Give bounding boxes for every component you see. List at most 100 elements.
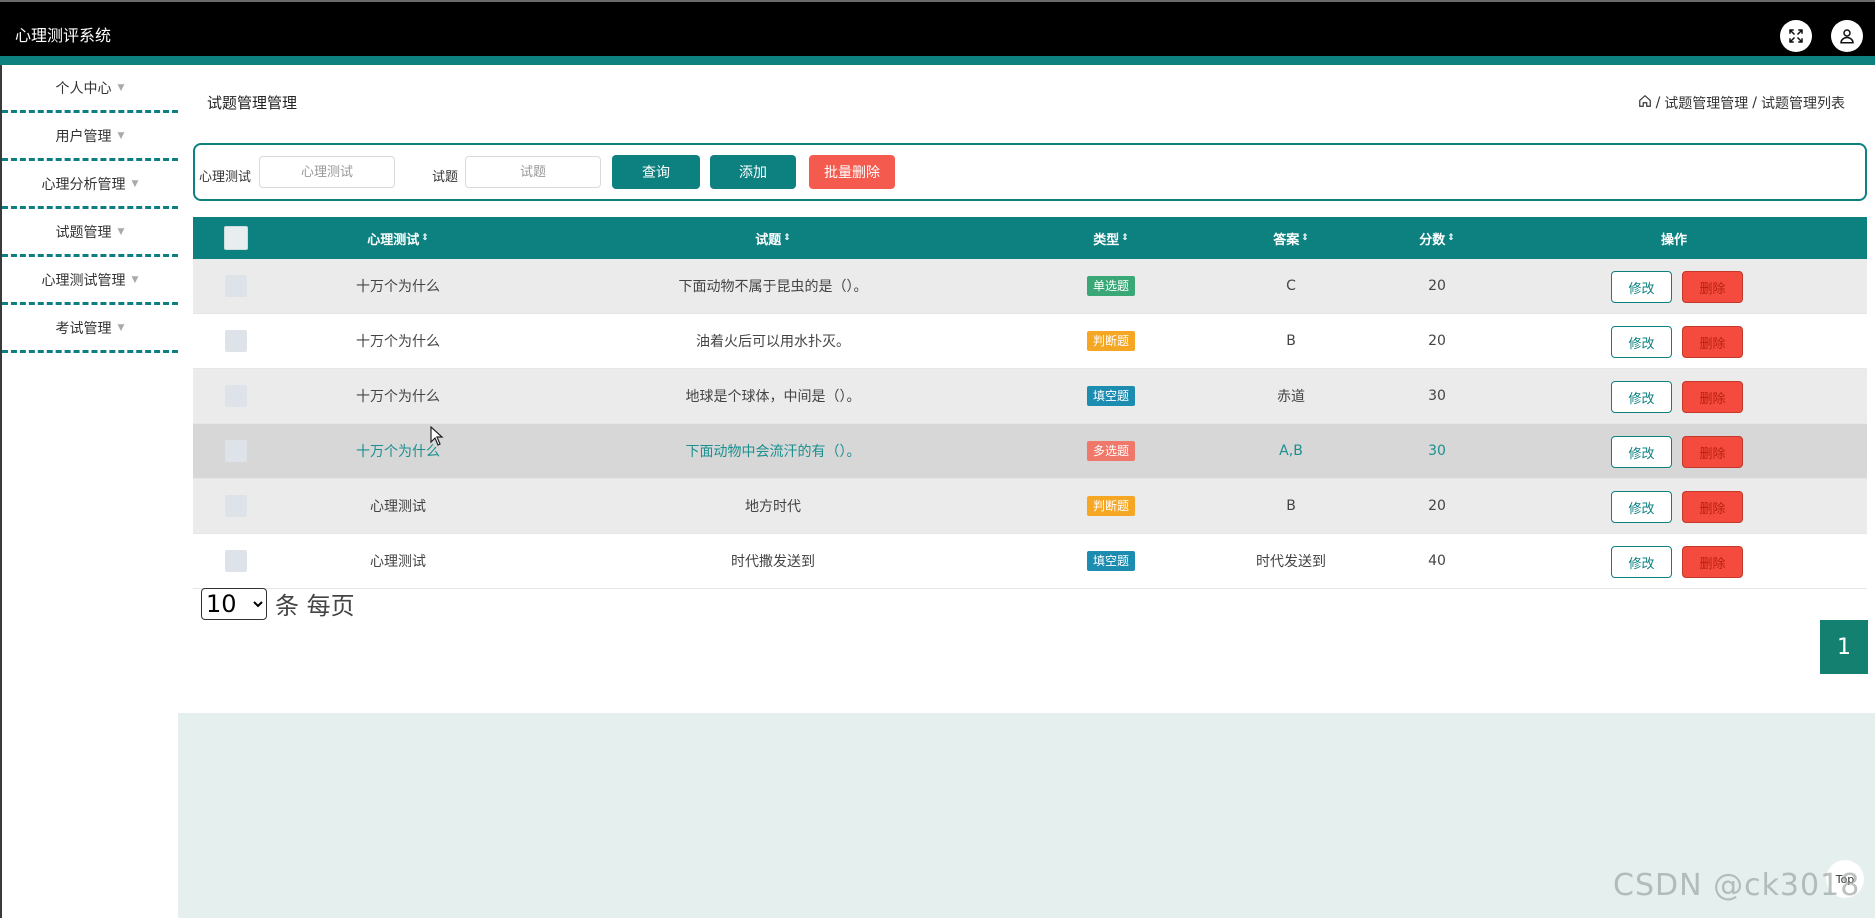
mouse-cursor-icon bbox=[430, 426, 444, 446]
sidebar-item-user-management[interactable]: 用户管理 ▼ bbox=[2, 113, 178, 161]
table-row[interactable]: 十万个为什么 地球是个球体，中间是（）。 填空题 赤道 30 修改 删除 bbox=[193, 369, 1867, 424]
sidebar-item-label: 个人中心 bbox=[55, 80, 112, 97]
breadcrumb-item[interactable]: 试题管理管理 bbox=[1664, 93, 1748, 113]
cell-answer: B bbox=[1286, 333, 1296, 349]
column-header-test[interactable]: 心理测试 ⇕ bbox=[367, 217, 429, 259]
caret-down-icon: ▼ bbox=[131, 274, 139, 285]
header-accent-bar bbox=[0, 56, 1875, 65]
type-badge: 多选题 bbox=[1086, 441, 1136, 461]
table-row[interactable]: 十万个为什么 油着火后可以用水扑灭。 判断题 B 20 修改 删除 bbox=[193, 314, 1867, 369]
edit-button[interactable]: 修改 bbox=[1611, 491, 1672, 523]
query-button[interactable]: 查询 bbox=[612, 155, 700, 189]
row-checkbox[interactable] bbox=[225, 275, 247, 297]
sidebar-item-label: 心理测试管理 bbox=[41, 272, 126, 289]
page-size-control: 10 条 每页 bbox=[201, 586, 355, 621]
test-filter-label: 心理测试 bbox=[199, 170, 252, 185]
sort-icon: ⇕ bbox=[1121, 233, 1129, 243]
sidebar-item-analysis-management[interactable]: 心理分析管理 ▼ bbox=[2, 161, 178, 209]
edit-button[interactable]: 修改 bbox=[1611, 546, 1672, 578]
cell-test: 十万个为什么 bbox=[356, 334, 440, 350]
cell-answer: 时代发送到 bbox=[1256, 554, 1326, 570]
delete-button[interactable]: 删除 bbox=[1682, 491, 1743, 523]
column-header-score[interactable]: 分数 ⇕ bbox=[1419, 217, 1455, 259]
user-icon[interactable] bbox=[1831, 20, 1863, 52]
column-header-question[interactable]: 试题 ⇕ bbox=[755, 217, 791, 259]
type-badge: 判断题 bbox=[1086, 331, 1136, 351]
question-filter-label: 试题 bbox=[432, 170, 459, 185]
table-row[interactable]: 心理测试 地方时代 判断题 B 20 修改 删除 bbox=[193, 479, 1867, 534]
cell-score: 20 bbox=[1428, 498, 1446, 514]
breadcrumb-separator: / bbox=[1655, 95, 1661, 111]
table-header: 心理测试 ⇕ 试题 ⇕ 类型 ⇕ 答案 ⇕ 分数 ⇕ 操作 bbox=[193, 217, 1867, 259]
sidebar-item-label: 考试管理 bbox=[55, 320, 112, 337]
column-header-answer[interactable]: 答案 ⇕ bbox=[1273, 217, 1309, 259]
home-icon[interactable] bbox=[1638, 94, 1652, 112]
question-table: 心理测试 ⇕ 试题 ⇕ 类型 ⇕ 答案 ⇕ 分数 ⇕ 操作 十万个为什么 下面动物不属于昆… bbox=[193, 217, 1867, 589]
cell-score: 20 bbox=[1428, 278, 1446, 294]
sidebar-item-label: 用户管理 bbox=[55, 128, 112, 145]
sidebar-item-question-management[interactable]: 试题管理 ▼ bbox=[2, 209, 178, 257]
select-all-checkbox[interactable] bbox=[224, 226, 248, 250]
delete-button[interactable]: 删除 bbox=[1682, 381, 1743, 413]
page-size-select[interactable]: 10 bbox=[201, 587, 267, 620]
delete-button[interactable]: 删除 bbox=[1682, 436, 1743, 468]
cell-question: 下面动物中会流汗的有（）。 bbox=[685, 444, 861, 460]
test-filter-input[interactable] bbox=[259, 156, 395, 188]
row-checkbox[interactable] bbox=[225, 495, 247, 517]
row-checkbox[interactable] bbox=[225, 385, 247, 407]
cell-answer: A,B bbox=[1279, 443, 1303, 459]
edit-button[interactable]: 修改 bbox=[1611, 271, 1672, 303]
cell-score: 40 bbox=[1428, 553, 1446, 569]
question-filter-input[interactable] bbox=[465, 156, 601, 188]
page-1-button[interactable]: 1 bbox=[1820, 620, 1868, 674]
sort-icon: ⇕ bbox=[783, 233, 791, 243]
cell-answer: 赤道 bbox=[1277, 389, 1305, 405]
table-row[interactable]: 十万个为什么 下面动物不属于昆虫的是（）。 单选题 C 20 修改 删除 bbox=[193, 259, 1867, 314]
delete-button[interactable]: 删除 bbox=[1682, 271, 1743, 303]
cell-test: 十万个为什么 bbox=[356, 389, 440, 405]
caret-down-icon: ▼ bbox=[117, 82, 125, 93]
page-title: 试题管理管理 bbox=[207, 94, 298, 112]
cell-test: 十万个为什么 bbox=[356, 444, 440, 460]
sidebar-item-personal-center[interactable]: 个人中心 ▼ bbox=[2, 65, 178, 113]
breadcrumb-separator: / bbox=[1752, 95, 1757, 111]
row-checkbox[interactable] bbox=[225, 330, 247, 352]
sort-icon: ⇕ bbox=[1301, 233, 1309, 243]
cell-score: 30 bbox=[1428, 388, 1446, 404]
table-row[interactable]: 十万个为什么 下面动物中会流汗的有（）。 多选题 A,B 30 修改 删除 bbox=[193, 424, 1867, 479]
sidebar-item-test-management[interactable]: 心理测试管理 ▼ bbox=[2, 257, 178, 305]
cell-question: 油着火后可以用水扑灭。 bbox=[696, 334, 850, 350]
sidebar-item-label: 心理分析管理 bbox=[41, 176, 126, 193]
sidebar-item-exam-management[interactable]: 考试管理 ▼ bbox=[2, 305, 178, 353]
add-button[interactable]: 添加 bbox=[710, 155, 796, 189]
row-checkbox[interactable] bbox=[225, 550, 247, 572]
batch-delete-button[interactable]: 批量删除 bbox=[809, 155, 895, 189]
caret-down-icon: ▼ bbox=[117, 322, 125, 333]
edit-button[interactable]: 修改 bbox=[1611, 436, 1672, 468]
cell-question: 下面动物不属于昆虫的是（）。 bbox=[678, 279, 868, 295]
type-badge: 填空题 bbox=[1086, 386, 1136, 406]
delete-button[interactable]: 删除 bbox=[1682, 546, 1743, 578]
table-row[interactable]: 心理测试 时代撒发送到 填空题 时代发送到 40 修改 删除 bbox=[193, 534, 1867, 589]
column-header-actions: 操作 bbox=[1660, 232, 1688, 248]
row-checkbox[interactable] bbox=[225, 440, 247, 462]
search-panel: 心理测试 试题 查询 添加 批量删除 bbox=[193, 143, 1867, 201]
edit-button[interactable]: 修改 bbox=[1611, 326, 1672, 358]
cell-question: 地方时代 bbox=[745, 499, 801, 515]
sidebar: 个人中心 ▼ 用户管理 ▼ 心理分析管理 ▼ 试题管理 ▼ 心理测试管理 ▼ 考… bbox=[2, 65, 178, 353]
type-badge: 单选题 bbox=[1086, 276, 1136, 296]
column-header-type[interactable]: 类型 ⇕ bbox=[1093, 217, 1129, 259]
sort-icon: ⇕ bbox=[1447, 233, 1455, 243]
caret-down-icon: ▼ bbox=[117, 226, 125, 237]
app-title: 心理测评系统 bbox=[15, 26, 112, 45]
fullscreen-icon[interactable] bbox=[1780, 20, 1812, 52]
cell-test: 心理测试 bbox=[370, 499, 426, 515]
cell-score: 20 bbox=[1428, 333, 1446, 349]
table-body: 十万个为什么 下面动物不属于昆虫的是（）。 单选题 C 20 修改 删除 十万个… bbox=[193, 259, 1867, 589]
cell-answer: B bbox=[1286, 498, 1296, 514]
edit-button[interactable]: 修改 bbox=[1611, 381, 1672, 413]
caret-down-icon: ▼ bbox=[117, 130, 125, 141]
cell-answer: C bbox=[1286, 278, 1296, 294]
delete-button[interactable]: 删除 bbox=[1682, 326, 1743, 358]
sidebar-item-label: 试题管理 bbox=[55, 224, 112, 241]
